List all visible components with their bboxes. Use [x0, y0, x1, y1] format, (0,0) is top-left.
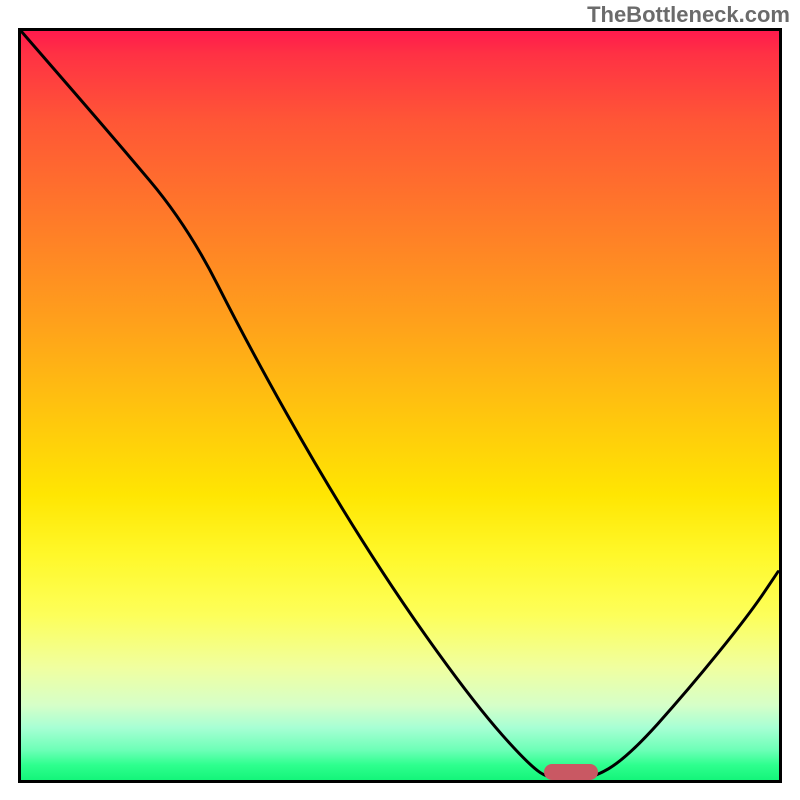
curve-svg: [21, 31, 779, 780]
optimal-marker: [544, 764, 597, 780]
watermark-text: TheBottleneck.com: [587, 2, 790, 28]
plot-area: [18, 28, 782, 783]
bottleneck-curve: [21, 31, 779, 780]
